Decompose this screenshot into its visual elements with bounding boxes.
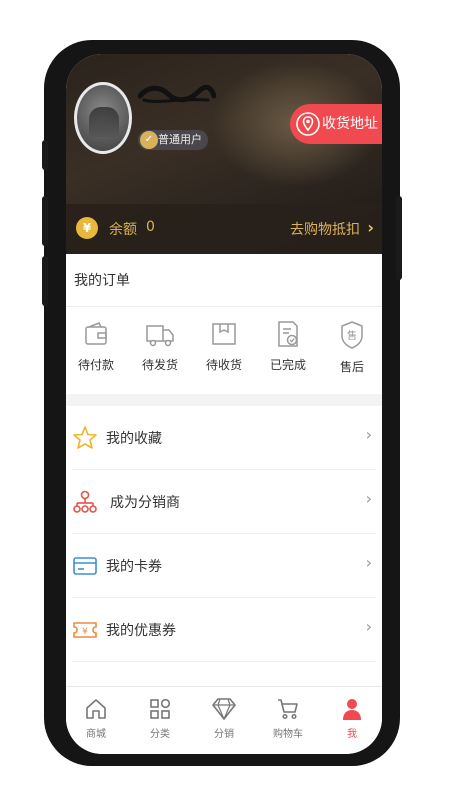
tab-distribution[interactable]: 分销 — [194, 697, 254, 740]
card-icon — [73, 557, 97, 575]
home-icon — [86, 699, 106, 719]
coupon-icon: ¥ — [73, 622, 97, 638]
order-label: 待发货 — [141, 358, 178, 372]
chevron-right-icon: › — [367, 218, 374, 237]
order-completed[interactable]: 已完成 — [258, 320, 318, 380]
diamond-icon — [212, 698, 236, 721]
divider — [72, 661, 376, 662]
menu-label: 我的收藏 — [106, 431, 162, 447]
shopping-deduct-link[interactable]: 去购物抵扣 — [290, 219, 360, 239]
tab-label: 分销 — [214, 729, 234, 740]
svg-text:¥: ¥ — [82, 627, 88, 637]
phone-side-button — [42, 196, 48, 246]
after-sales-icon: 售 — [341, 321, 363, 349]
location-pin-icon — [296, 112, 320, 136]
menu-favorites[interactable]: 我的收藏 › — [66, 406, 382, 470]
star-icon — [73, 426, 97, 449]
order-after-sales[interactable]: 售 售后 — [322, 320, 382, 380]
menu-my-coupons[interactable]: ¥ 我的优惠券 › — [66, 598, 382, 662]
profile-header: ✓ 普通用户 收货地址 ¥ 余额 0 去购物抵扣 › — [66, 54, 382, 254]
chevron-right-icon: › — [365, 553, 372, 572]
menu-label: 我的优惠券 — [106, 623, 176, 639]
member-badge: ✓ 普通用户 — [138, 130, 208, 150]
category-icon — [150, 698, 171, 719]
divider — [66, 306, 382, 307]
order-pending-payment[interactable]: 待付款 — [66, 320, 126, 380]
balance-label: 余额 — [109, 222, 137, 238]
tab-label: 分类 — [150, 729, 170, 740]
order-pending-shipment[interactable]: 待发货 — [130, 320, 190, 380]
distributor-icon — [73, 490, 97, 513]
tab-label: 购物车 — [273, 729, 303, 740]
tab-me[interactable]: 我 — [322, 697, 382, 740]
phone-side-button — [42, 256, 48, 306]
chevron-right-icon: › — [365, 617, 372, 636]
menu-label: 我的卡券 — [106, 559, 162, 575]
app-screen: ✓ 普通用户 收货地址 ¥ 余额 0 去购物抵扣 › 我的订单 待付款 待发货 … — [66, 54, 382, 754]
tab-category[interactable]: 分类 — [130, 697, 190, 740]
balance-value: 0 — [146, 219, 155, 235]
orders-title[interactable]: 我的订单 — [74, 270, 130, 290]
tab-label: 商城 — [86, 729, 106, 740]
avatar[interactable] — [74, 82, 132, 154]
redacted-username — [138, 84, 216, 103]
menu-my-cards[interactable]: 我的卡券 › — [66, 534, 382, 598]
chevron-right-icon: › — [365, 489, 372, 508]
menu-label: 成为分销商 — [110, 495, 180, 511]
bottom-tab-bar: 商城 分类 分销 购物车 我 — [66, 686, 382, 754]
address-button[interactable]: 收货地址 — [290, 104, 382, 144]
svg-text:售: 售 — [347, 329, 357, 342]
user-icon — [343, 699, 361, 720]
completed-doc-icon — [278, 321, 298, 347]
wallet-icon — [85, 322, 107, 345]
tab-mall[interactable]: 商城 — [66, 697, 126, 740]
phone-power-button — [396, 196, 402, 280]
menu-become-distributor[interactable]: 成为分销商 › — [66, 470, 382, 534]
tab-cart[interactable]: 购物车 — [258, 697, 318, 740]
vip-icon: ✓ — [140, 131, 158, 149]
menu-list: 我的收藏 › 成为分销商 › 我的卡券 › ¥ 我的优惠券 › — [66, 406, 382, 706]
member-level: 普通用户 — [158, 133, 202, 146]
chevron-right-icon: › — [365, 425, 372, 444]
phone-side-button — [42, 140, 48, 170]
orders-section: 我的订单 待付款 待发货 待收货 已完成 售 售后 — [66, 254, 382, 394]
cart-icon — [278, 699, 298, 720]
truck-icon — [146, 325, 174, 347]
order-label: 待付款 — [77, 358, 114, 372]
balance-bar: ¥ 余额 0 去购物抵扣 › — [66, 204, 382, 254]
tab-label: 我 — [347, 729, 357, 740]
order-label: 待收货 — [205, 358, 242, 372]
order-label: 已完成 — [269, 358, 306, 372]
address-button-label: 收货地址 — [322, 116, 378, 132]
order-label: 售后 — [339, 360, 364, 374]
package-icon — [212, 323, 236, 345]
yen-icon: ¥ — [76, 217, 98, 239]
order-pending-receipt[interactable]: 待收货 — [194, 320, 254, 380]
